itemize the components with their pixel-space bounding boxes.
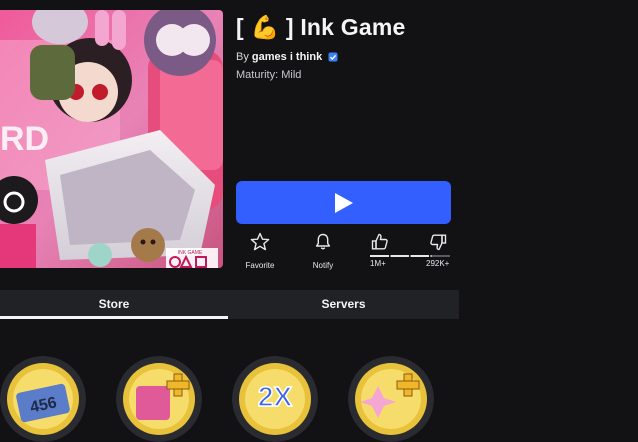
thumbs-down-icon bbox=[430, 234, 447, 251]
svg-text:RD: RD bbox=[0, 120, 49, 158]
bell-icon bbox=[315, 233, 331, 250]
verified-badge-icon bbox=[328, 52, 338, 65]
tab-bar: Store Servers bbox=[0, 290, 459, 319]
favorite-button[interactable]: Favorite bbox=[230, 232, 290, 270]
sparkle-plus-icon bbox=[348, 356, 434, 442]
tab-servers[interactable]: Servers bbox=[228, 290, 459, 319]
vote-bar-fill bbox=[370, 255, 432, 257]
dislike-count: 292K+ bbox=[426, 259, 450, 268]
thumbs-up-icon bbox=[371, 233, 388, 250]
thumbnail-badge-text: INK GAME bbox=[178, 250, 203, 256]
store-item-label: 2X bbox=[258, 381, 293, 412]
title-bracket-close: ] bbox=[285, 14, 294, 40]
maturity-rating: Maturity: Mild bbox=[236, 69, 302, 81]
notify-label: Notify bbox=[312, 261, 334, 270]
2x-boost-icon: 2X bbox=[232, 356, 318, 442]
vote-ratio-bar bbox=[370, 255, 450, 257]
flexed-biceps-icon: 💪 bbox=[250, 14, 280, 40]
favorite-label: Favorite bbox=[245, 261, 275, 270]
title-text: Ink Game bbox=[300, 14, 406, 40]
like-count: 1M+ bbox=[370, 259, 386, 268]
like-button[interactable] bbox=[350, 232, 410, 257]
store-item[interactable] bbox=[348, 356, 434, 442]
dislike-button[interactable] bbox=[408, 232, 468, 257]
plus-item-icon bbox=[116, 356, 202, 442]
notify-button[interactable]: Notify bbox=[293, 232, 353, 270]
counter-badge-icon: 456 bbox=[0, 356, 86, 442]
game-thumbnail[interactable]: RD INK GAME bbox=[0, 10, 223, 268]
play-icon bbox=[335, 193, 353, 213]
creator-line: By games i think bbox=[236, 51, 338, 65]
store-item[interactable]: 2X bbox=[232, 356, 318, 442]
by-prefix: By bbox=[236, 51, 249, 63]
star-icon bbox=[250, 232, 270, 251]
title-bracket-open: [ bbox=[236, 14, 244, 40]
store-item[interactable] bbox=[116, 356, 202, 442]
game-title: [ 💪 ] Ink Game bbox=[236, 14, 406, 41]
play-button[interactable] bbox=[236, 181, 451, 224]
creator-link[interactable]: games i think bbox=[252, 51, 322, 63]
tab-store[interactable]: Store bbox=[0, 290, 228, 319]
store-item[interactable]: 456 bbox=[0, 356, 86, 442]
thumbnail-art: RD INK GAME bbox=[0, 10, 223, 268]
